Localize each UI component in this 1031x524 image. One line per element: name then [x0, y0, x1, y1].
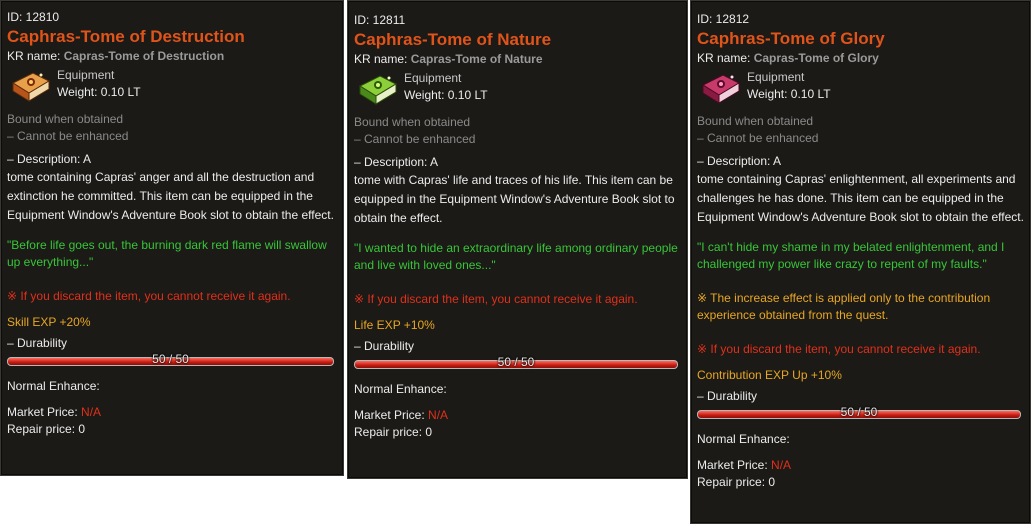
kr-name-label: KR name: — [697, 51, 751, 65]
kr-name-row: KR name: Capras-Tome of Glory — [697, 50, 1024, 67]
market-price-label: Market Price: — [697, 458, 768, 472]
bound-status: Bound when obtained — [7, 112, 124, 126]
repair-price: Repair price: 0 — [7, 422, 86, 436]
market-price-value: N/A — [81, 405, 102, 419]
kr-name-label: KR name: — [7, 49, 61, 63]
durability-value: 50 / 50 — [497, 355, 535, 369]
discard-warning: ※ If you discard the item, you cannot re… — [7, 289, 291, 303]
normal-enhance: Normal Enhance: — [697, 432, 790, 446]
discard-warning: ※ If you discard the item, you cannot re… — [354, 292, 638, 306]
market-price-value: N/A — [428, 408, 449, 422]
contribution-note: ※ The increase effect is applied only to… — [697, 291, 991, 322]
item-weight: Weight: 0.10 LT — [404, 88, 488, 102]
market-price-row: Market Price: N/A — [354, 407, 681, 424]
durability-bar: 50 / 50 — [7, 352, 334, 366]
item-tooltip-nature: ID: 12811 Caphras-Tome of Nature KR name… — [347, 0, 688, 479]
market-price-label: Market Price: — [354, 408, 425, 422]
item-name: Caphras-Tome of Nature — [354, 30, 552, 49]
item-tooltip-glory: ID: 12812 Caphras-Tome of Glory KR name:… — [690, 0, 1031, 524]
item-bonus: Contribution EXP Up +10% — [697, 368, 842, 382]
orange-book-icon — [11, 67, 51, 105]
item-id: ID: 12811 — [354, 13, 406, 27]
description-body: tome containing Capras' anger and all th… — [7, 170, 334, 222]
item-name: Caphras-Tome of Destruction — [7, 27, 245, 46]
durability-value: 50 / 50 — [152, 352, 189, 366]
description-body: tome containing Capras' enlightenment, a… — [697, 172, 1024, 224]
discard-warning: ※ If you discard the item, you cannot re… — [697, 342, 981, 356]
kr-name-value: Capras-Tome of Nature — [410, 52, 543, 66]
item-category: Equipment — [747, 70, 805, 84]
enhance-status: – Cannot be enhanced — [7, 129, 129, 143]
green-book-icon — [358, 70, 398, 108]
kr-name-value: Capras-Tome of Destruction — [63, 49, 225, 63]
durability-bar: 50 / 50 — [697, 405, 1021, 419]
normal-enhance: Normal Enhance: — [7, 379, 100, 393]
repair-price: Repair price: 0 — [697, 475, 776, 489]
item-header: Equipment Weight: 0.10 LT — [354, 70, 681, 108]
durability-label: – Durability — [354, 339, 415, 353]
repair-price: Repair price: 0 — [354, 425, 433, 439]
enhance-status: – Cannot be enhanced — [697, 131, 819, 145]
market-price-value: N/A — [771, 458, 792, 472]
durability-label: – Durability — [7, 336, 68, 350]
kr-name-row: KR name: Capras-Tome of Destruction — [7, 48, 337, 65]
item-header: Equipment Weight: 0.10 LT — [697, 69, 1024, 107]
description-heading: – Description: A — [7, 152, 92, 166]
market-price-row: Market Price: N/A — [7, 404, 337, 421]
item-id: ID: 12810 — [7, 10, 60, 24]
durability-value: 50 / 50 — [840, 405, 878, 419]
item-weight: Weight: 0.10 LT — [747, 87, 831, 101]
item-weight: Weight: 0.10 LT — [57, 85, 141, 99]
kr-name-label: KR name: — [354, 52, 408, 66]
flavor-quote: "I can't hide my shame in my belated enl… — [697, 240, 1005, 271]
kr-name-row: KR name: Capras-Tome of Nature — [354, 51, 681, 68]
market-price-label: Market Price: — [7, 405, 78, 419]
item-bonus: Life EXP +10% — [354, 318, 435, 332]
durability-bar: 50 / 50 — [354, 355, 678, 369]
item-id: ID: 12812 — [697, 12, 750, 26]
normal-enhance: Normal Enhance: — [354, 382, 447, 396]
pink-book-icon — [701, 69, 741, 107]
item-category: Equipment — [404, 71, 462, 85]
description-heading: – Description: A — [697, 154, 782, 168]
item-category: Equipment — [57, 68, 115, 82]
kr-name-value: Capras-Tome of Glory — [753, 51, 879, 65]
market-price-row: Market Price: N/A — [697, 457, 1024, 474]
description-body: tome with Capras' life and traces of his… — [354, 173, 675, 225]
description-heading: – Description: A — [354, 155, 439, 169]
durability-label: – Durability — [697, 389, 758, 403]
item-tooltip-destruction: ID: 12810 Caphras-Tome of Destruction KR… — [0, 0, 344, 476]
enhance-status: – Cannot be enhanced — [354, 132, 476, 146]
item-bonus: Skill EXP +20% — [7, 315, 91, 329]
bound-status: Bound when obtained — [354, 115, 471, 129]
flavor-quote: "Before life goes out, the burning dark … — [7, 238, 327, 269]
item-header: Equipment Weight: 0.10 LT — [7, 67, 337, 105]
flavor-quote: "I wanted to hide an extraordinary life … — [354, 241, 678, 272]
item-name: Caphras-Tome of Glory — [697, 29, 885, 48]
bound-status: Bound when obtained — [697, 114, 814, 128]
